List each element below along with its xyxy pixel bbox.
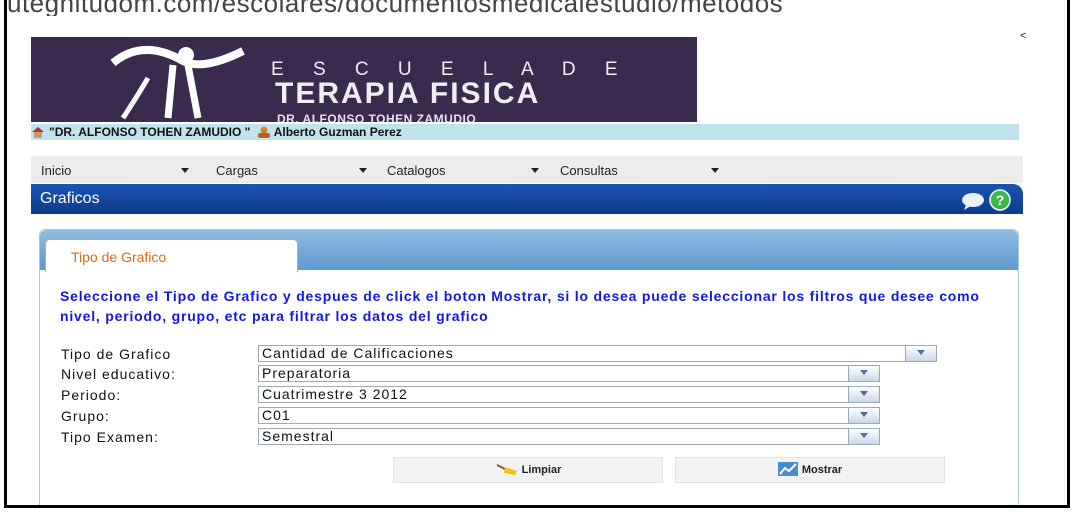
tab-strip: Tipo de Grafico xyxy=(40,230,1018,272)
tipo-examen-select[interactable]: Semestral xyxy=(258,428,880,445)
nivel-educativo-label: Nivel educativo: xyxy=(61,366,176,382)
browser-viewport: utegnitudom.com/escolares/documentosmedi… xyxy=(4,0,1070,508)
logo-figure-icon xyxy=(110,46,245,120)
help-icon[interactable]: ? xyxy=(989,189,1011,211)
page-titlebar: Graficos ? xyxy=(31,184,1023,214)
user-info-bar: "DR. ALFONSO TOHEN ZAMUDIO " Alberto Guz… xyxy=(31,124,1019,140)
menu-cargas[interactable]: Cargas xyxy=(216,163,258,178)
menu-inicio[interactable]: Inicio xyxy=(41,163,71,178)
chevron-down-icon[interactable] xyxy=(905,346,936,361)
chevron-down-icon[interactable] xyxy=(181,163,189,178)
nivel-educativo-select[interactable]: Preparatoria xyxy=(258,365,880,382)
main-menu: Inicio Cargas Catalogos Consultas xyxy=(31,156,1023,183)
chevron-down-icon[interactable] xyxy=(848,408,879,423)
svg-text:?: ? xyxy=(996,192,1005,208)
tipo-grafico-label: Tipo de Grafico xyxy=(61,346,172,362)
mostrar-button[interactable]: Mostrar xyxy=(675,457,945,483)
school-name: "DR. ALFONSO TOHEN ZAMUDIO " xyxy=(49,125,251,139)
instructions-text: Seleccione el Tipo de Grafico y despues … xyxy=(60,288,980,324)
periodo-label: Periodo: xyxy=(61,387,122,403)
periodo-select[interactable]: Cuatrimestre 3 2012 xyxy=(258,386,880,403)
limpiar-button[interactable]: Limpiar xyxy=(393,457,663,483)
chevron-down-icon[interactable] xyxy=(848,366,879,381)
chevron-down-icon[interactable] xyxy=(848,429,879,444)
tab-tipo-de-grafico[interactable]: Tipo de Grafico xyxy=(45,239,298,272)
menu-consultas[interactable]: Consultas xyxy=(560,163,618,178)
chevron-down-icon[interactable] xyxy=(359,163,367,178)
user-name: Alberto Guzman Perez xyxy=(273,125,402,139)
chevron-down-icon[interactable] xyxy=(848,387,879,402)
collapse-arrow-icon[interactable]: < xyxy=(1020,30,1026,42)
grupo-select[interactable]: C01 xyxy=(258,407,880,424)
banner-line2: TERAPIA FISICA xyxy=(275,77,541,110)
chevron-down-icon[interactable] xyxy=(711,163,719,178)
address-bar-text[interactable]: utegnitudom.com/escolares/documentosmedi… xyxy=(7,0,1067,16)
chat-bubble-icon[interactable] xyxy=(961,191,985,211)
banner-line3: DR. ALFONSO TOHEN ZAMUDIO xyxy=(277,112,477,122)
school-banner: E S C U E L A D E TERAPIA FISICA DR. ALF… xyxy=(31,37,697,122)
menu-catalogos[interactable]: Catalogos xyxy=(387,163,446,178)
user-icon xyxy=(257,126,270,138)
tipo-grafico-select[interactable]: Cantidad de Calificaciones xyxy=(258,345,937,362)
chevron-down-icon[interactable] xyxy=(531,163,539,178)
chart-icon xyxy=(777,462,798,476)
tipo-examen-label: Tipo Examen: xyxy=(61,429,159,445)
grupo-label: Grupo: xyxy=(61,408,110,424)
broom-icon xyxy=(496,464,517,475)
home-icon[interactable] xyxy=(31,126,45,138)
page-title: Graficos xyxy=(40,190,100,207)
